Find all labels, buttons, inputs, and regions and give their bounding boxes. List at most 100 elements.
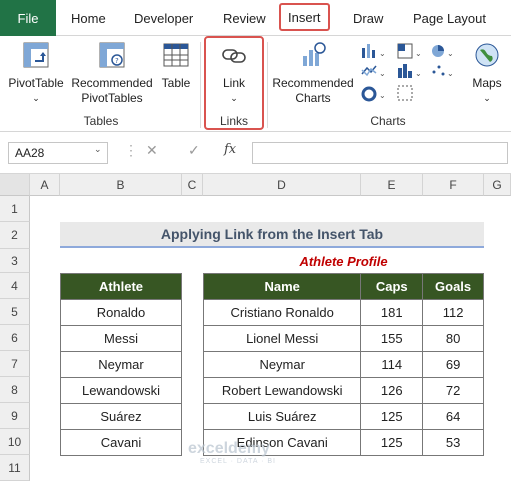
svg-text:⌄: ⌄ (415, 69, 422, 78)
column-header-b[interactable]: B (60, 174, 182, 196)
table-cell[interactable]: Lewandowski (60, 377, 182, 404)
tab-draw[interactable]: Draw (353, 0, 383, 36)
svg-text:?: ? (115, 57, 119, 65)
chevron-down-icon[interactable]: ⌄ (208, 91, 260, 106)
recommended-pivottables-label-1: Recommended (71, 76, 153, 90)
table-cell[interactable]: 72 (422, 377, 484, 404)
hierarchy-chart-icon[interactable] (397, 43, 413, 59)
table-cell[interactable]: Cristiano Ronaldo (202, 299, 362, 326)
table-cell[interactable]: 125 (360, 429, 424, 456)
row-header-1[interactable]: 1 (0, 196, 30, 222)
tab-review[interactable]: Review (223, 0, 266, 36)
table-cell[interactable]: Suárez (60, 403, 182, 430)
table-cell[interactable]: 80 (422, 325, 484, 352)
table-cell[interactable]: 114 (360, 351, 424, 378)
table-cell[interactable]: 125 (360, 403, 424, 430)
chart-type-grid: ⌄ ⌄ ⌄ ⌄ ⌄ ⌄ ⌄ (360, 42, 460, 106)
table-cell[interactable]: Luis Suárez (202, 403, 362, 430)
table-cell[interactable]: Neymar (202, 351, 362, 378)
area-chart-icon[interactable] (397, 85, 413, 101)
tab-developer[interactable]: Developer (134, 0, 193, 36)
profile-header-goals[interactable]: Goals (422, 273, 484, 300)
recommended-charts-label-1: Recommended (272, 76, 354, 90)
row-header-9[interactable]: 9 (0, 403, 30, 429)
link-button[interactable]: Link ⌄ (208, 40, 260, 110)
pie-chart-icon[interactable] (432, 45, 444, 57)
recommended-pivottables-button[interactable]: ? Recommended PivotTables (70, 40, 154, 110)
recommended-charts-button[interactable]: Recommended Charts (270, 40, 356, 110)
column-header-c[interactable]: C (182, 174, 203, 196)
scatter-chart-icon[interactable] (432, 65, 445, 76)
table-cell[interactable]: 112 (422, 299, 484, 326)
recommended-pivottables-label-2: PivotTables (81, 91, 143, 105)
formula-input[interactable] (252, 142, 508, 164)
table-cell[interactable]: Messi (60, 325, 182, 352)
line-chart-icon[interactable] (361, 65, 377, 77)
formula-bar: AA28 ⌄ ⋮ ✕ ✓ fx (0, 132, 511, 174)
link-icon (222, 49, 246, 63)
recommended-pivottables-icon: ? (99, 42, 125, 68)
ribbon: PivotTable ⌄ ? Recommended PivotTables T… (0, 36, 511, 132)
svg-text:⌄: ⌄ (379, 49, 386, 58)
tab-page-layout[interactable]: Page Layout (413, 0, 486, 36)
column-header-e[interactable]: E (361, 174, 423, 196)
recommended-charts-label-2: Charts (295, 91, 331, 105)
cancel-icon[interactable]: ✕ (146, 142, 158, 159)
row-header-3[interactable]: 3 (0, 249, 30, 273)
chevron-down-icon[interactable]: ⌄ (468, 91, 506, 106)
tab-home[interactable]: Home (71, 0, 106, 36)
table-cell[interactable]: Cavani (60, 429, 182, 456)
row-header-2[interactable]: 2 (0, 222, 30, 249)
tab-insert[interactable]: Insert (279, 3, 330, 31)
row-header-7[interactable]: 7 (0, 351, 30, 377)
tab-file[interactable]: File (0, 0, 56, 36)
row-header-11[interactable]: 11 (0, 455, 30, 481)
column-header-d[interactable]: D (203, 174, 361, 196)
check-icon[interactable]: ✓ (188, 142, 200, 159)
globe-icon (475, 43, 499, 67)
name-box[interactable]: AA28 (8, 142, 108, 164)
maps-label: Maps (472, 76, 502, 90)
statistic-chart-icon[interactable] (398, 64, 412, 78)
table-cell[interactable]: Neymar (60, 351, 182, 378)
table-cell[interactable]: 126 (360, 377, 424, 404)
table-label: Table (161, 76, 191, 90)
column-header-a[interactable]: A (30, 174, 60, 196)
svg-text:⌄: ⌄ (447, 49, 454, 58)
chevron-down-icon[interactable]: ⌄ (6, 91, 66, 106)
maps-button[interactable]: Maps ⌄ (468, 40, 506, 110)
function-icon[interactable]: fx (224, 142, 236, 157)
sheet-title[interactable]: Applying Link from the Insert Tab (60, 222, 484, 248)
table-cell[interactable]: Ronaldo (60, 299, 182, 326)
profile-header-caps[interactable]: Caps (360, 273, 424, 300)
column-header-f[interactable]: F (423, 174, 484, 196)
column-chart-icon[interactable] (362, 44, 375, 58)
select-all-corner[interactable] (0, 174, 30, 196)
group-label-links: Links (219, 114, 248, 128)
row-header-8[interactable]: 8 (0, 377, 30, 403)
ribbon-tab-bar: File Home Developer Review Insert Draw P… (0, 0, 511, 36)
chevron-down-icon[interactable]: ⌄ (94, 144, 102, 155)
table-cell[interactable]: 69 (422, 351, 484, 378)
table-cell[interactable]: Robert Lewandowski (202, 377, 362, 404)
row-header-10[interactable]: 10 (0, 429, 30, 455)
table-icon (163, 43, 189, 67)
table-cell[interactable]: Lionel Messi (202, 325, 362, 352)
group-label-charts: Charts (370, 114, 406, 128)
row-header-6[interactable]: 6 (0, 325, 30, 351)
sheet-subtitle[interactable]: Athlete Profile (203, 249, 484, 273)
row-header-4[interactable]: 4 (0, 273, 30, 299)
row-header-5[interactable]: 5 (0, 299, 30, 325)
table-cell[interactable]: 181 (360, 299, 424, 326)
pivottable-button[interactable]: PivotTable ⌄ (6, 40, 66, 110)
table-cell[interactable]: 155 (360, 325, 424, 352)
table-button[interactable]: Table (156, 40, 196, 110)
watermark-tagline: EXCEL · DATA · BI (200, 458, 276, 465)
column-header-g[interactable]: G (484, 174, 511, 196)
donut-chart-icon[interactable] (361, 86, 377, 102)
profile-header-name[interactable]: Name (202, 273, 362, 300)
ribbon-separator (200, 42, 201, 128)
table-cell[interactable]: 64 (422, 403, 484, 430)
table-cell[interactable]: 53 (422, 429, 484, 456)
athlete-header-cell[interactable]: Athlete (60, 273, 182, 300)
